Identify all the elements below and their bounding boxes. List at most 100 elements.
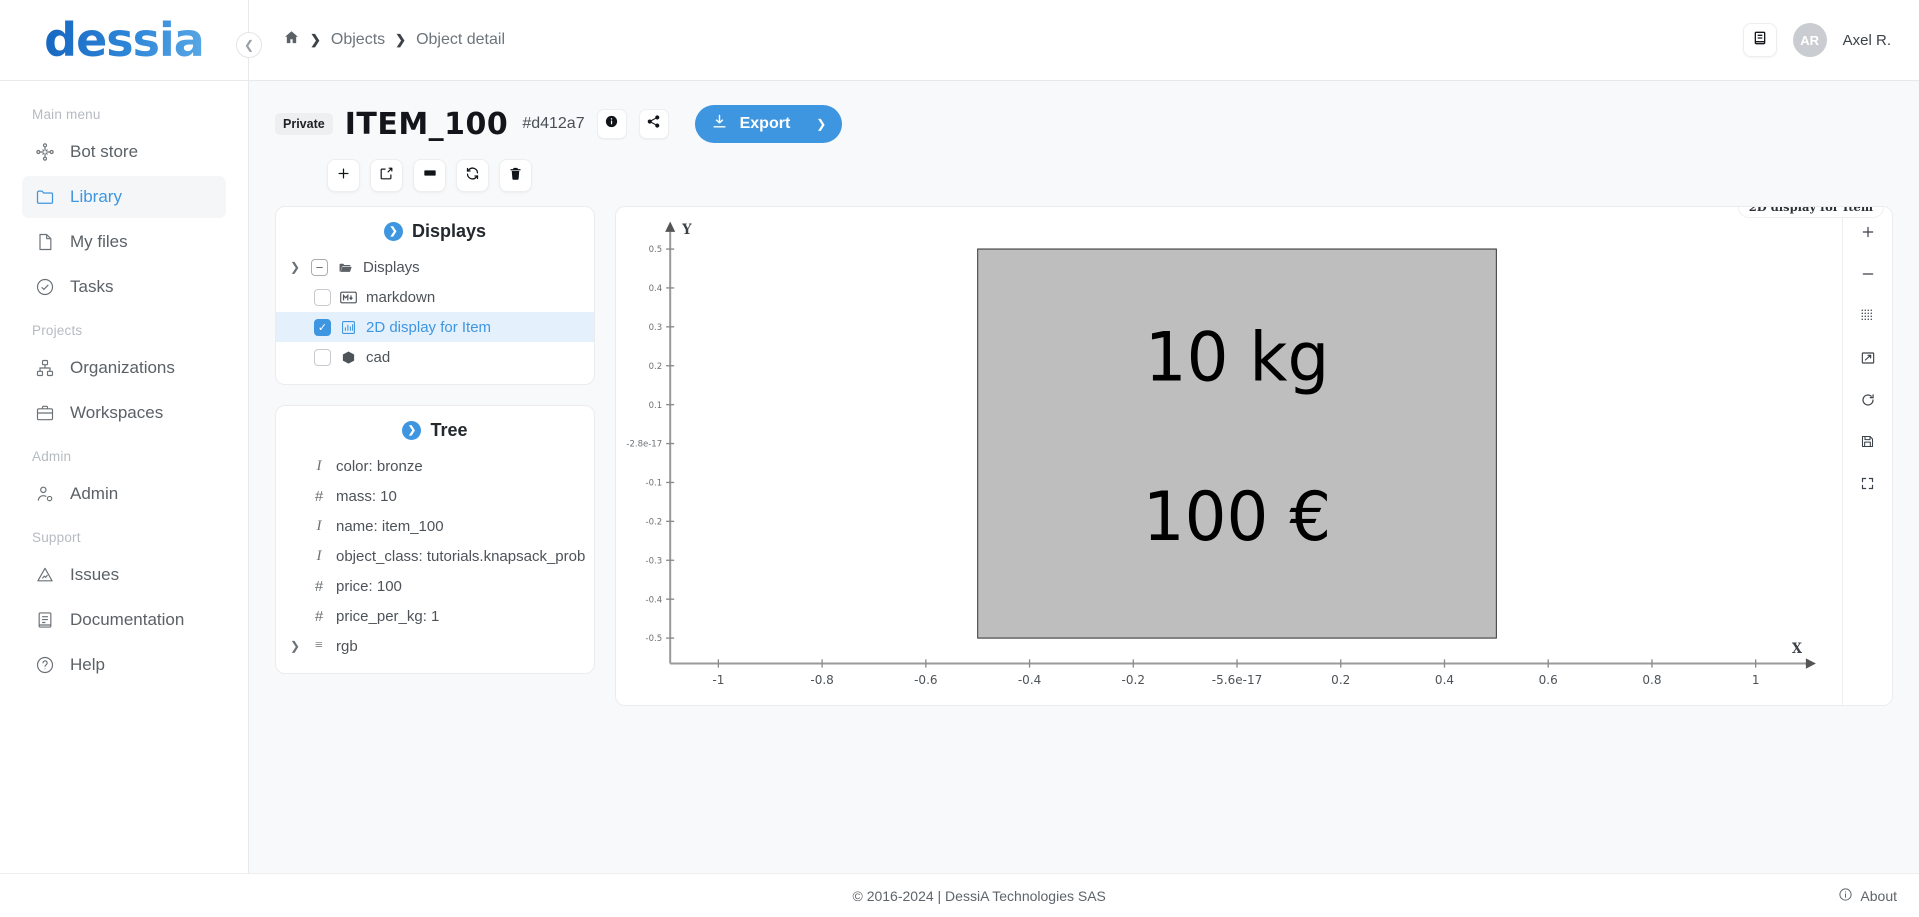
- sidebar-item-my-files[interactable]: My files: [22, 221, 226, 263]
- tree-row[interactable]: ❯ # price_per_kg: 1: [276, 601, 594, 631]
- svg-text:-0.5: -0.5: [646, 634, 663, 644]
- svg-text:0.1: 0.1: [649, 401, 663, 411]
- tree-row[interactable]: ❯ # price: 100: [276, 571, 594, 601]
- grid-dots-icon: [1860, 308, 1875, 328]
- footer-copyright: © 2016-2024 | DessiA Technologies SAS: [852, 887, 1106, 904]
- sidebar-section-support: Support: [32, 530, 81, 545]
- refresh-icon: [465, 166, 480, 186]
- chevron-right-icon[interactable]: ❯: [288, 639, 302, 653]
- home-icon[interactable]: [283, 29, 300, 51]
- rename-button[interactable]: [413, 159, 446, 192]
- chevron-down-icon[interactable]: ❯: [288, 260, 302, 274]
- user-name[interactable]: Axel R.: [1843, 32, 1891, 49]
- chevron-down-circle-icon[interactable]: ❯: [402, 421, 422, 440]
- sidebar-item-help[interactable]: Help: [22, 644, 226, 686]
- avatar-initials: AR: [1800, 32, 1820, 48]
- sidebar-section-main-menu: Main menu: [32, 107, 101, 122]
- sidebar-section-admin: Admin: [32, 449, 72, 464]
- tree-row[interactable]: ❯ I color: bronze: [276, 451, 594, 481]
- chevron-left-icon: ❮: [243, 38, 255, 52]
- number-type-icon: #: [314, 487, 324, 505]
- cube-icon: [340, 350, 357, 365]
- expand-icon: [1860, 476, 1875, 496]
- brand-logo[interactable]: dessia: [0, 0, 248, 81]
- svg-text:-0.8: -0.8: [810, 673, 833, 687]
- tree-checkbox-indeterminate[interactable]: −: [311, 258, 328, 276]
- chevron-down-circle-icon[interactable]: ❯: [383, 222, 403, 241]
- image-arrow-icon: [1860, 350, 1876, 371]
- about-button[interactable]: About: [1838, 887, 1897, 905]
- main-area: ❯ Objects ❯ Object detail AR Axel R. Pri…: [249, 0, 1919, 873]
- documentation-button[interactable]: [1742, 23, 1777, 57]
- nodes-icon: [34, 141, 56, 163]
- svg-text:0.5: 0.5: [649, 245, 663, 255]
- sidebar-item-organizations[interactable]: Organizations: [22, 347, 226, 389]
- tree-row[interactable]: ❯ ≡ rgb: [276, 631, 594, 661]
- svg-text:X: X: [1792, 642, 1803, 657]
- zoom-in-button[interactable]: [1855, 221, 1881, 247]
- save-button[interactable]: [1855, 431, 1881, 457]
- tree-row-label: name: item_100: [336, 517, 444, 535]
- refresh-button[interactable]: [456, 159, 489, 192]
- about-label: About: [1860, 887, 1897, 904]
- string-type-icon: I: [316, 457, 322, 474]
- object-action-toolbar: [327, 159, 1893, 192]
- avatar[interactable]: AR: [1792, 23, 1827, 57]
- sidebar-item-bot-store[interactable]: Bot store: [22, 131, 226, 173]
- info-button[interactable]: [596, 109, 627, 139]
- question-circle-icon: [34, 654, 56, 676]
- delete-button[interactable]: [499, 159, 532, 192]
- sidebar-item-library[interactable]: Library: [22, 176, 226, 218]
- plot-area[interactable]: Y X 0.5 0.4 0.3 0.2 0.1 -2.8e-17 -0.1 -0.2 -0.3 -0.…: [616, 207, 1842, 705]
- add-button[interactable]: [327, 159, 360, 192]
- bar-chart-icon: [340, 320, 357, 335]
- warning-triangle-icon: [34, 564, 56, 586]
- sidebar-item-workspaces[interactable]: Workspaces: [22, 392, 226, 434]
- fullscreen-button[interactable]: [1855, 473, 1881, 499]
- tree-checkbox-checked[interactable]: ✓: [314, 318, 331, 336]
- topbar-right: AR Axel R.: [1742, 23, 1891, 57]
- displays-item-cad[interactable]: cad: [276, 342, 594, 372]
- displays-tree-root[interactable]: ❯ − Displays: [276, 252, 594, 282]
- sidebar-item-issues[interactable]: Issues: [22, 554, 226, 596]
- number-type-icon: #: [314, 607, 324, 625]
- tree-row[interactable]: ❯ # mass: 10: [276, 481, 594, 511]
- topbar: ❯ Objects ❯ Object detail AR Axel R.: [249, 0, 1919, 81]
- list-type-icon: ≡: [315, 638, 323, 653]
- sidebar-item-label: Admin: [70, 484, 119, 503]
- edit-button[interactable]: [370, 159, 403, 192]
- breadcrumb-item-objects[interactable]: Objects: [331, 31, 385, 49]
- info-icon: [604, 114, 619, 134]
- plus-icon: [336, 166, 351, 186]
- displays-item-markdown[interactable]: markdown: [276, 282, 594, 312]
- tree-row-label: price_per_kg: 1: [336, 607, 440, 625]
- export-button[interactable]: Export ❯: [694, 105, 843, 143]
- tree-node-label: markdown: [366, 288, 436, 306]
- brand-logo-text: dessia: [44, 13, 205, 67]
- svg-text:-0.4: -0.4: [1018, 673, 1042, 687]
- tree-row[interactable]: ❯ I name: item_100: [276, 511, 594, 541]
- sidebar-collapse-button[interactable]: ❮: [236, 32, 262, 58]
- chevron-down-icon[interactable]: ❯: [816, 117, 826, 131]
- tree-row-label: mass: 10: [336, 487, 397, 505]
- sidebar-item-documentation[interactable]: Documentation: [22, 599, 226, 641]
- svg-text:-0.2: -0.2: [1122, 673, 1145, 687]
- displays-item-2d-display-for-item[interactable]: ✓ 2D display for Item: [276, 312, 594, 342]
- breadcrumb-item-object-detail[interactable]: Object detail: [416, 31, 505, 49]
- fit-view-button[interactable]: [1855, 347, 1881, 373]
- tree-checkbox[interactable]: [314, 348, 331, 366]
- sidebar-item-label: Tasks: [70, 277, 114, 296]
- grid-button[interactable]: [1855, 305, 1881, 331]
- sidebar-item-admin[interactable]: Admin: [22, 473, 226, 515]
- svg-text:-5.6e-17: -5.6e-17: [1212, 673, 1263, 687]
- reset-button[interactable]: [1855, 389, 1881, 415]
- sidebar-item-label: Documentation: [70, 610, 185, 629]
- tree-row-label: price: 100: [336, 577, 402, 595]
- tree-checkbox[interactable]: [314, 288, 331, 306]
- sidebar-item-tasks[interactable]: Tasks: [22, 266, 226, 308]
- folder-open-icon: [337, 260, 354, 275]
- tree-row[interactable]: ❯ I object_class: tutorials.knapsack_pro…: [276, 541, 594, 571]
- tree-row-label: color: bronze: [336, 457, 423, 475]
- share-button[interactable]: [638, 109, 669, 139]
- zoom-out-button[interactable]: [1855, 263, 1881, 289]
